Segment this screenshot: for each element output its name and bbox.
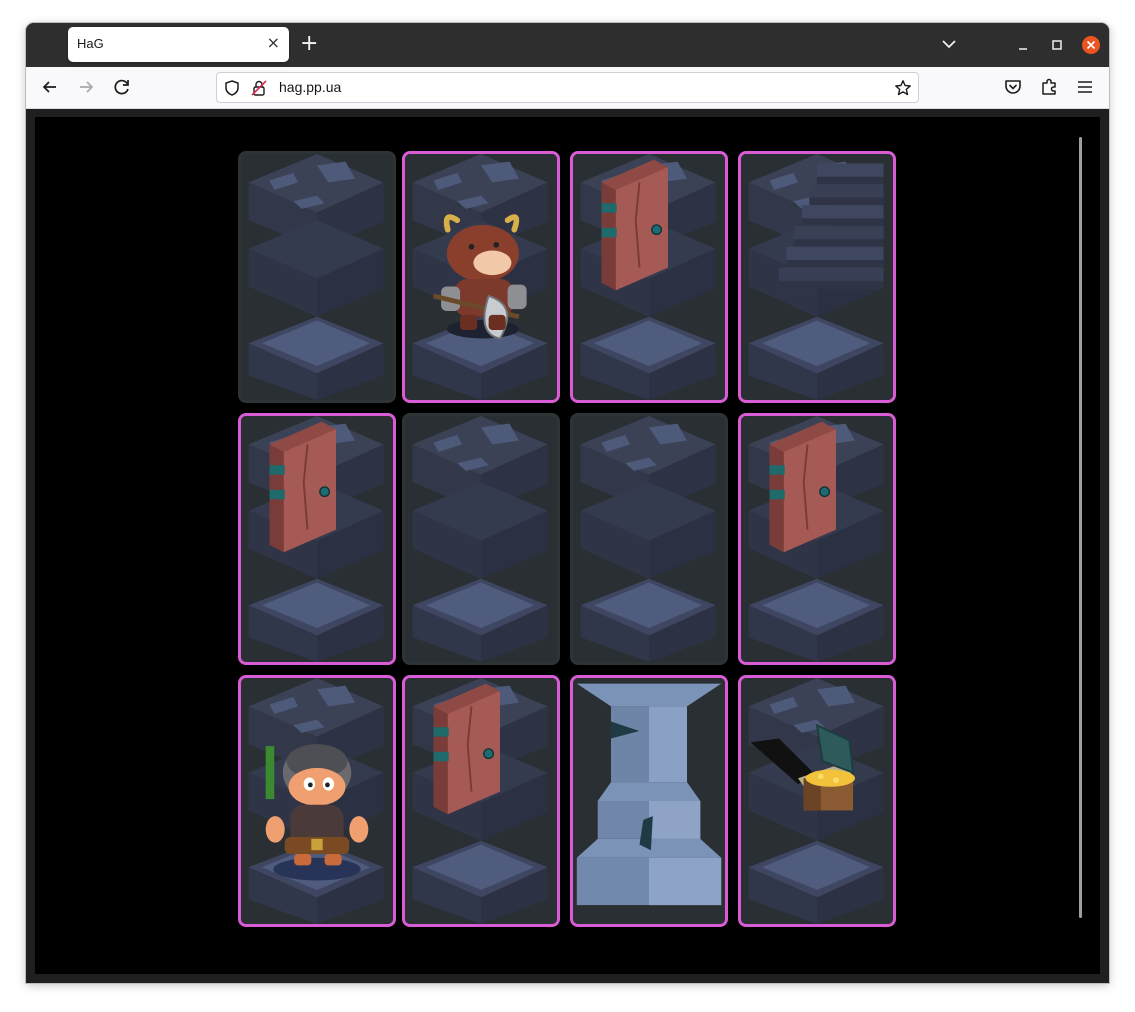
tab-close-icon[interactable]: × [267, 33, 280, 53]
pocket-icon[interactable] [1002, 76, 1024, 98]
minotaur-enemy-art [405, 154, 557, 400]
tab-hag[interactable]: HaG × [68, 27, 289, 62]
close-window-icon[interactable] [1081, 35, 1101, 55]
hero-art [241, 678, 393, 924]
maximize-icon[interactable] [1047, 35, 1067, 55]
tab-bar: HaG × + [26, 23, 1109, 67]
new-tab-button[interactable]: + [300, 33, 318, 55]
insecure-lock-icon[interactable] [250, 79, 268, 97]
navigation-toolbar: hag.pp.ua [26, 67, 1109, 109]
card-door[interactable] [738, 413, 896, 665]
door-art [573, 154, 725, 400]
address-bar[interactable]: hag.pp.ua [216, 72, 919, 103]
card-pillar[interactable] [570, 675, 728, 927]
floor-art [405, 416, 557, 662]
card-floor[interactable] [402, 413, 560, 665]
reload-icon[interactable] [111, 76, 133, 98]
card-floor[interactable] [238, 151, 396, 403]
card-floor[interactable] [570, 413, 728, 665]
card-door[interactable] [570, 151, 728, 403]
door-art [405, 678, 557, 924]
scrollbar[interactable] [1079, 137, 1082, 918]
card-hero[interactable] [238, 675, 396, 927]
card-treasure-chest[interactable] [738, 675, 896, 927]
url-text: hag.pp.ua [279, 79, 342, 95]
card-door[interactable] [238, 413, 396, 665]
floor-art [573, 416, 725, 662]
stairs-art [741, 154, 893, 400]
floor-art [241, 154, 393, 400]
door-art [241, 416, 393, 662]
shield-icon[interactable] [223, 79, 241, 97]
treasure-chest-art [741, 678, 893, 924]
game-viewport [35, 117, 1100, 974]
card-door[interactable] [402, 675, 560, 927]
extensions-puzzle-icon[interactable] [1038, 76, 1060, 98]
bookmark-star-icon[interactable] [894, 79, 912, 97]
minimize-icon[interactable] [1013, 35, 1033, 55]
tab-title: HaG [77, 36, 104, 51]
menu-hamburger-icon[interactable] [1074, 76, 1096, 98]
door-art [741, 416, 893, 662]
browser-window: HaG × + hag.pp.ua [26, 23, 1109, 983]
card-minotaur-enemy[interactable] [402, 151, 560, 403]
pillar-obstacle [573, 678, 725, 924]
forward-arrow-icon[interactable] [75, 76, 97, 98]
tab-list-chevron-icon[interactable] [940, 35, 958, 53]
card-stairs[interactable] [738, 151, 896, 403]
back-arrow-icon[interactable] [39, 76, 61, 98]
